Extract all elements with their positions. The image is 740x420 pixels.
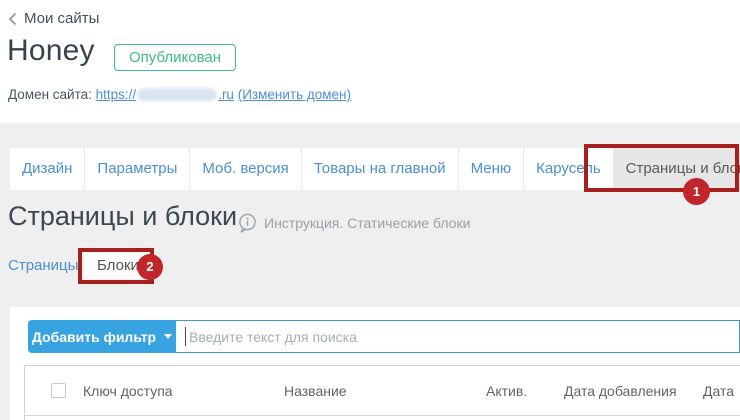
domain-label: Домен сайта: — [8, 87, 92, 102]
tab-carousel[interactable]: Карусель — [524, 148, 614, 190]
site-settings-tabbar: Дизайн Параметры Моб. версия Товары на г… — [10, 148, 740, 190]
published-status-badge: Опубликован — [114, 44, 236, 71]
column-header-active: Актив. — [486, 383, 527, 399]
blocks-panel: Добавить фильтр Ключ доступа Название Ак… — [10, 307, 740, 420]
blocks-table: Ключ доступа Название Актив. Дата добавл… — [24, 365, 740, 420]
text-cursor — [185, 327, 186, 346]
tab-parameters[interactable]: Параметры — [85, 148, 190, 190]
subtab-pages[interactable]: Страницы — [8, 257, 78, 274]
domain-row: Домен сайта: https:// .ru (Изменить домен… — [8, 87, 351, 102]
back-label: Мои сайты — [24, 10, 99, 27]
instruction-link[interactable]: Инструкция. Статические блоки — [238, 213, 470, 233]
back-to-sites-link[interactable]: Мои сайты — [8, 10, 99, 27]
admin-page: Мои сайты Honey Опубликован Домен сайта:… — [0, 0, 740, 420]
content-area: Дизайн Параметры Моб. версия Товары на г… — [0, 123, 740, 420]
domain-url-prefix-link[interactable]: https:// — [96, 87, 137, 102]
tab-mobile-version[interactable]: Моб. версия — [190, 148, 301, 190]
dropdown-caret-icon — [164, 334, 172, 339]
tab-main-page-products[interactable]: Товары на главной — [302, 148, 459, 190]
instruction-label: Инструкция. Статические блоки — [264, 215, 470, 231]
chevron-left-icon — [8, 12, 17, 26]
search-input[interactable] — [176, 321, 739, 352]
column-header-date-added: Дата добавления — [564, 383, 677, 399]
search-field-wrap — [176, 320, 740, 353]
page-title: Страницы и блоки — [8, 201, 237, 232]
column-header-date: Дата — [703, 383, 734, 399]
site-name-title: Honey — [7, 34, 95, 68]
annotation-badge-step2: 2 — [137, 254, 163, 280]
table-header-row: Ключ доступа Название Актив. Дата добавл… — [25, 366, 740, 416]
add-filter-label: Добавить фильтр — [32, 329, 156, 345]
column-header-name: Название — [284, 383, 347, 399]
annotation-badge-step1: 1 — [683, 178, 710, 205]
change-domain-link[interactable]: (Изменить домен) — [238, 87, 351, 102]
info-bubble-icon — [238, 213, 257, 233]
filter-row: Добавить фильтр — [28, 320, 740, 353]
select-all-checkbox[interactable] — [51, 383, 66, 398]
add-filter-button[interactable]: Добавить фильтр — [28, 320, 176, 353]
tab-pages-and-blocks[interactable]: Страницы и блоки — [614, 148, 740, 190]
domain-url-suffix-link[interactable]: .ru — [218, 87, 234, 102]
tab-menu[interactable]: Меню — [459, 148, 525, 190]
blurred-domain-name — [137, 88, 217, 101]
tab-design[interactable]: Дизайн — [10, 148, 85, 190]
column-header-access-key: Ключ доступа — [83, 383, 173, 399]
